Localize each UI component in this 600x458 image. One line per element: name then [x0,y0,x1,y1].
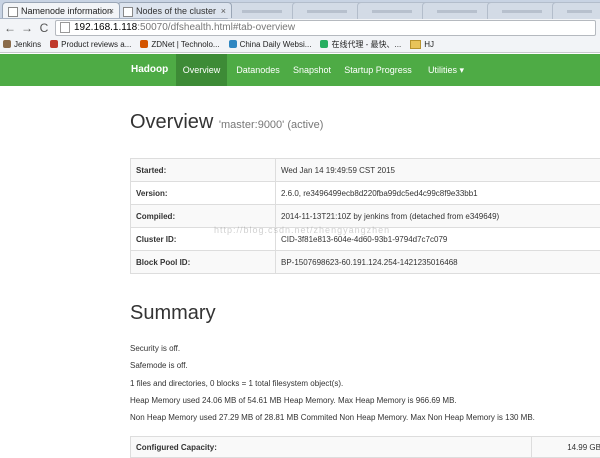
china-daily-icon [229,40,237,48]
main-content: Overview 'master:9000' (active) Started:… [130,110,600,458]
hadoop-navbar: Hadoop Overview Datanodes Snapshot Start… [0,54,600,86]
watermark: http://blog.csdn.net/zhengyangzhen [214,225,390,235]
summary-lines: Security is off. Safemode is off. 1 file… [130,344,600,430]
row-value: 14.99 GB [532,437,600,458]
bookmark-label: Jenkins [14,40,41,49]
row-value: BP-1507698623-60.191.124.254-14212350164… [276,251,600,274]
table-row: Started: Wed Jan 14 19:49:59 CST 2015 [131,159,600,182]
nav-datanodes[interactable]: Datanodes [230,54,286,86]
url-path: :50070/dfshealth.html#tab-overview [137,22,295,33]
page-icon [123,7,133,17]
summary-heading: Summary [130,301,600,325]
proxy-icon [320,40,328,48]
forward-button[interactable]: → [21,21,33,35]
tab-namenode-information[interactable]: Namenode information × [2,2,120,18]
bookmark-jenkins[interactable]: Jenkins [3,40,41,49]
blurred-tab[interactable] [292,2,364,19]
filesystem-objects: 1 files and directories, 0 blocks = 1 to… [130,379,600,396]
bookmark-folder-hj[interactable]: HJ [410,40,434,49]
page-title: Overview [130,111,213,133]
nav-startup-progress[interactable]: Startup Progress [340,54,416,86]
blurred-tab[interactable] [422,2,494,19]
overview-heading: Overview 'master:9000' (active) [130,110,600,134]
close-icon[interactable]: × [109,3,114,18]
table-row: Block Pool ID: BP-1507698623-60.191.124.… [131,251,600,274]
url-input[interactable]: 192.168.1.118:50070/dfshealth.html#tab-o… [55,20,596,36]
nav-overview[interactable]: Overview [176,54,227,86]
bookmark-label: China Daily Websi... [240,40,312,49]
tab-title: Namenode information [21,6,112,16]
page-icon [60,22,70,33]
row-value: Wed Jan 14 19:49:59 CST 2015 [276,159,600,182]
bookmark-label: HJ [424,40,434,49]
blurred-tab[interactable] [227,2,299,19]
page-icon [8,7,18,17]
bookmark-proxy[interactable]: 在线代理 - 最快、... [320,39,401,50]
capacity-table: Configured Capacity: 14.99 GB [130,436,600,458]
url-host: 192.168.1.118 [74,22,137,33]
bookmark-zdnet[interactable]: ZDNet | Technolo... [140,40,219,49]
bookmarks-bar: Jenkins Product reviews a... ZDNet | Tec… [0,36,600,53]
browser-tab-strip: Namenode information × Nodes of the clus… [0,0,600,19]
bookmark-label: Product reviews a... [61,40,131,49]
folder-icon [410,40,421,49]
bookmark-china-daily[interactable]: China Daily Websi... [229,40,312,49]
blurred-tab[interactable] [487,2,559,19]
bookmark-site-icon [50,40,58,48]
blurred-tab[interactable] [552,2,600,19]
row-key: Started: [131,159,276,182]
reload-button[interactable]: C [38,21,50,35]
jenkins-icon [3,40,11,48]
safemode-status: Safemode is off. [130,361,600,378]
table-row: Configured Capacity: 14.99 GB [131,437,600,458]
blurred-tab[interactable] [357,2,429,19]
back-button[interactable]: ← [4,21,16,35]
address-bar: ← → C 192.168.1.118:50070/dfshealth.html… [0,19,600,36]
bookmark-label: 在线代理 - 最快、... [331,39,401,50]
nav-snapshot[interactable]: Snapshot [286,54,338,86]
tab-nodes-of-the-cluster[interactable]: Nodes of the cluster × [117,2,232,18]
close-icon[interactable]: × [221,3,226,18]
tab-title: Nodes of the cluster [136,6,216,16]
namenode-status: 'master:9000' (active) [219,119,323,131]
security-status: Security is off. [130,344,600,361]
table-row: Version: 2.6.0, re3496499ecb8d220fba99dc… [131,182,600,205]
bookmark-label: ZDNet | Technolo... [151,40,219,49]
row-key: Configured Capacity: [131,437,532,458]
non-heap-memory: Non Heap Memory used 27.29 MB of 28.81 M… [130,413,600,430]
hadoop-brand[interactable]: Hadoop [131,54,168,86]
zdnet-icon [140,40,148,48]
bookmark-product-reviews[interactable]: Product reviews a... [50,40,131,49]
row-key: Version: [131,182,276,205]
row-key: Block Pool ID: [131,251,276,274]
row-value: 2.6.0, re3496499ecb8d220fba99dc5ed4c99c8… [276,182,600,205]
overview-table: Started: Wed Jan 14 19:49:59 CST 2015 Ve… [130,158,600,274]
nav-utilities-dropdown[interactable]: Utilities ▾ [420,54,472,86]
heap-memory: Heap Memory used 24.06 MB of 54.61 MB He… [130,396,600,413]
